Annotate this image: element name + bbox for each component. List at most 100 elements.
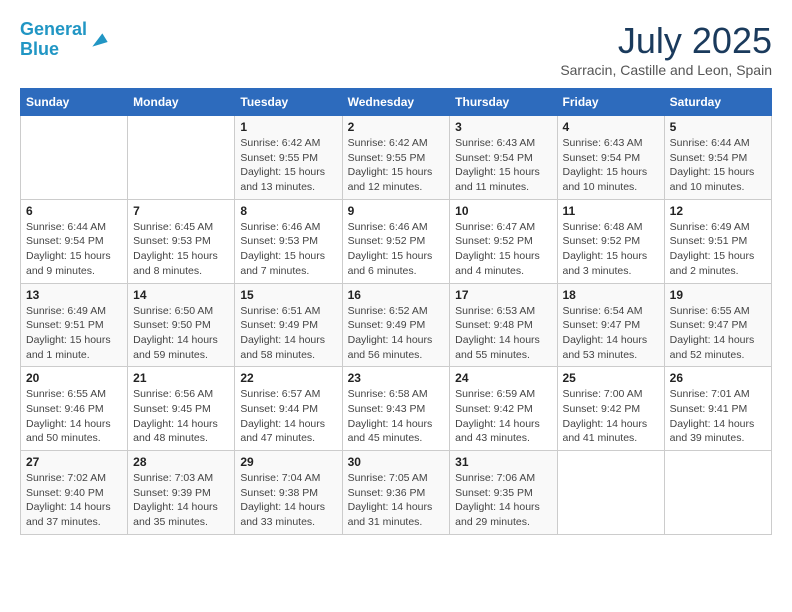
calendar-cell: 3 Sunrise: 6:43 AM Sunset: 9:54 PM Daylig… <box>450 116 557 200</box>
day-number: 23 <box>348 371 445 385</box>
day-info: Sunrise: 6:44 AM Sunset: 9:54 PM Dayligh… <box>670 136 766 195</box>
calendar-cell: 20 Sunrise: 6:55 AM Sunset: 9:46 PM Dayli… <box>21 367 128 451</box>
day-info: Sunrise: 7:05 AM Sunset: 9:36 PM Dayligh… <box>348 471 445 530</box>
calendar-cell: 28Sunrise: 7:03 AM Sunset: 9:39 PM Dayli… <box>128 451 235 535</box>
day-info: Sunrise: 6:44 AM Sunset: 9:54 PM Dayligh… <box>26 220 122 279</box>
day-info: Sunrise: 7:03 AM Sunset: 9:39 PM Dayligh… <box>133 471 229 530</box>
day-number: 8 <box>240 204 336 218</box>
day-info: Sunrise: 6:52 AM Sunset: 9:49 PM Dayligh… <box>348 304 445 363</box>
logo-line2: Blue <box>20 39 59 59</box>
day-info: Sunrise: 6:55 AM Sunset: 9:46 PM Dayligh… <box>26 387 122 446</box>
page-header: General Blue July 2025 Sarracin, Castill… <box>20 20 772 78</box>
day-info: Sunrise: 6:46 AM Sunset: 9:52 PM Dayligh… <box>348 220 445 279</box>
logo-line1: General <box>20 19 87 39</box>
calendar-cell: 9Sunrise: 6:46 AM Sunset: 9:52 PM Daylig… <box>342 199 450 283</box>
logo-text: General Blue <box>20 20 87 60</box>
day-number: 3 <box>455 120 551 134</box>
calendar-cell <box>664 451 771 535</box>
calendar-cell: 17 Sunrise: 6:53 AM Sunset: 9:48 PM Dayli… <box>450 283 557 367</box>
calendar-cell: 27 Sunrise: 7:02 AM Sunset: 9:40 PM Dayli… <box>21 451 128 535</box>
calendar-cell: 25 Sunrise: 7:00 AM Sunset: 9:42 PM Dayli… <box>557 367 664 451</box>
day-number: 7 <box>133 204 229 218</box>
day-info: Sunrise: 6:46 AM Sunset: 9:53 PM Dayligh… <box>240 220 336 279</box>
header-monday: Monday <box>128 89 235 116</box>
week-row-2: 6 Sunrise: 6:44 AM Sunset: 9:54 PM Daylig… <box>21 199 772 283</box>
header-friday: Friday <box>557 89 664 116</box>
day-number: 15 <box>240 288 336 302</box>
day-number: 2 <box>348 120 445 134</box>
day-info: Sunrise: 6:50 AM Sunset: 9:50 PM Dayligh… <box>133 304 229 363</box>
day-info: Sunrise: 6:49 AM Sunset: 9:51 PM Dayligh… <box>670 220 766 279</box>
day-info: Sunrise: 6:48 AM Sunset: 9:52 PM Dayligh… <box>563 220 659 279</box>
calendar-header-row: SundayMondayTuesdayWednesdayThursdayFrid… <box>21 89 772 116</box>
day-number: 1 <box>240 120 336 134</box>
header-thursday: Thursday <box>450 89 557 116</box>
day-info: Sunrise: 6:58 AM Sunset: 9:43 PM Dayligh… <box>348 387 445 446</box>
calendar-cell: 16 Sunrise: 6:52 AM Sunset: 9:49 PM Dayli… <box>342 283 450 367</box>
week-row-4: 20 Sunrise: 6:55 AM Sunset: 9:46 PM Dayli… <box>21 367 772 451</box>
day-info: Sunrise: 6:51 AM Sunset: 9:49 PM Dayligh… <box>240 304 336 363</box>
day-info: Sunrise: 7:04 AM Sunset: 9:38 PM Dayligh… <box>240 471 336 530</box>
calendar-cell: 14 Sunrise: 6:50 AM Sunset: 9:50 PM Dayli… <box>128 283 235 367</box>
day-number: 27 <box>26 455 122 469</box>
day-number: 30 <box>348 455 445 469</box>
day-info: Sunrise: 6:43 AM Sunset: 9:54 PM Dayligh… <box>455 136 551 195</box>
calendar-cell <box>557 451 664 535</box>
day-info: Sunrise: 6:56 AM Sunset: 9:45 PM Dayligh… <box>133 387 229 446</box>
calendar-cell: 12 Sunrise: 6:49 AM Sunset: 9:51 PM Dayli… <box>664 199 771 283</box>
calendar-cell: 24Sunrise: 6:59 AM Sunset: 9:42 PM Dayli… <box>450 367 557 451</box>
day-number: 26 <box>670 371 766 385</box>
calendar-body: 1 Sunrise: 6:42 AM Sunset: 9:55 PM Daylig… <box>21 116 772 535</box>
day-number: 11 <box>563 204 659 218</box>
day-number: 4 <box>563 120 659 134</box>
day-info: Sunrise: 7:00 AM Sunset: 9:42 PM Dayligh… <box>563 387 659 446</box>
day-number: 20 <box>26 371 122 385</box>
day-number: 19 <box>670 288 766 302</box>
day-info: Sunrise: 7:01 AM Sunset: 9:41 PM Dayligh… <box>670 387 766 446</box>
calendar-cell <box>21 116 128 200</box>
day-info: Sunrise: 6:42 AM Sunset: 9:55 PM Dayligh… <box>240 136 336 195</box>
day-number: 6 <box>26 204 122 218</box>
calendar-cell: 6 Sunrise: 6:44 AM Sunset: 9:54 PM Daylig… <box>21 199 128 283</box>
calendar-cell: 23 Sunrise: 6:58 AM Sunset: 9:43 PM Dayli… <box>342 367 450 451</box>
week-row-1: 1 Sunrise: 6:42 AM Sunset: 9:55 PM Daylig… <box>21 116 772 200</box>
calendar-cell: 7 Sunrise: 6:45 AM Sunset: 9:53 PM Daylig… <box>128 199 235 283</box>
day-number: 16 <box>348 288 445 302</box>
day-info: Sunrise: 7:02 AM Sunset: 9:40 PM Dayligh… <box>26 471 122 530</box>
day-number: 31 <box>455 455 551 469</box>
calendar-cell: 31Sunrise: 7:06 AM Sunset: 9:35 PM Dayli… <box>450 451 557 535</box>
location-subtitle: Sarracin, Castille and Leon, Spain <box>560 62 772 78</box>
header-tuesday: Tuesday <box>235 89 342 116</box>
calendar-cell: 26 Sunrise: 7:01 AM Sunset: 9:41 PM Dayli… <box>664 367 771 451</box>
header-wednesday: Wednesday <box>342 89 450 116</box>
day-number: 22 <box>240 371 336 385</box>
day-number: 12 <box>670 204 766 218</box>
calendar-cell: 4 Sunrise: 6:43 AM Sunset: 9:54 PM Daylig… <box>557 116 664 200</box>
day-number: 29 <box>240 455 336 469</box>
day-info: Sunrise: 6:45 AM Sunset: 9:53 PM Dayligh… <box>133 220 229 279</box>
day-number: 13 <box>26 288 122 302</box>
calendar-cell: 21Sunrise: 6:56 AM Sunset: 9:45 PM Dayli… <box>128 367 235 451</box>
week-row-3: 13Sunrise: 6:49 AM Sunset: 9:51 PM Dayli… <box>21 283 772 367</box>
day-info: Sunrise: 6:42 AM Sunset: 9:55 PM Dayligh… <box>348 136 445 195</box>
day-info: Sunrise: 6:53 AM Sunset: 9:48 PM Dayligh… <box>455 304 551 363</box>
week-row-5: 27 Sunrise: 7:02 AM Sunset: 9:40 PM Dayli… <box>21 451 772 535</box>
day-info: Sunrise: 6:55 AM Sunset: 9:47 PM Dayligh… <box>670 304 766 363</box>
title-block: July 2025 Sarracin, Castille and Leon, S… <box>560 20 772 78</box>
calendar-table: SundayMondayTuesdayWednesdayThursdayFrid… <box>20 88 772 535</box>
calendar-cell: 5 Sunrise: 6:44 AM Sunset: 9:54 PM Daylig… <box>664 116 771 200</box>
calendar-cell: 18Sunrise: 6:54 AM Sunset: 9:47 PM Dayli… <box>557 283 664 367</box>
header-sunday: Sunday <box>21 89 128 116</box>
day-number: 25 <box>563 371 659 385</box>
logo: General Blue <box>20 20 109 60</box>
calendar-cell: 1 Sunrise: 6:42 AM Sunset: 9:55 PM Daylig… <box>235 116 342 200</box>
day-number: 14 <box>133 288 229 302</box>
calendar-cell: 22Sunrise: 6:57 AM Sunset: 9:44 PM Dayli… <box>235 367 342 451</box>
calendar-cell <box>128 116 235 200</box>
day-number: 5 <box>670 120 766 134</box>
calendar-cell: 13Sunrise: 6:49 AM Sunset: 9:51 PM Dayli… <box>21 283 128 367</box>
day-info: Sunrise: 6:43 AM Sunset: 9:54 PM Dayligh… <box>563 136 659 195</box>
day-number: 17 <box>455 288 551 302</box>
calendar-cell: 19 Sunrise: 6:55 AM Sunset: 9:47 PM Dayli… <box>664 283 771 367</box>
header-saturday: Saturday <box>664 89 771 116</box>
